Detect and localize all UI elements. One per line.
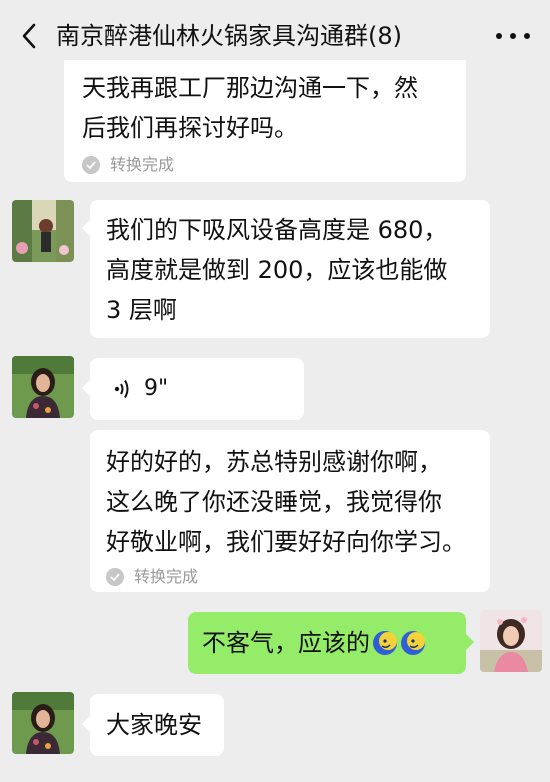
message-text-line: 我们的下吸风设备高度是 680，: [106, 216, 448, 244]
message-text-line: 后我们再探讨好吗。: [82, 114, 298, 142]
voice-wave-icon: [114, 379, 129, 399]
message-bubble[interactable]: 天我再跟工厂那边沟通一下，然 后我们再探讨好吗。 转换完成: [64, 60, 466, 182]
message-bubble[interactable]: 我们的下吸风设备高度是 680， 高度就是做到 200，应该也能做 3 层啊: [82, 200, 490, 338]
conversion-status-text: 转换完成: [134, 567, 199, 586]
voice-duration: 9": [144, 376, 169, 401]
back-button[interactable]: [14, 20, 44, 52]
moon-emoji-icon: [401, 631, 425, 655]
conversion-status: 转换完成: [82, 154, 448, 176]
message-text-line: 3 层啊: [106, 296, 177, 324]
chevron-left-icon: [22, 23, 36, 49]
message-bubble[interactable]: 大家晚安: [82, 694, 224, 756]
conversion-status-text: 转换完成: [110, 155, 175, 174]
check-icon: [82, 156, 100, 174]
voice-message-bubble[interactable]: 9": [82, 358, 304, 420]
conversion-status: 转换完成: [106, 566, 474, 588]
avatar[interactable]: [12, 692, 74, 754]
message-text-line: 这么晚了你还没睡觉，我觉得你: [106, 488, 442, 516]
message-text-line: 高度就是做到 200，应该也能做: [106, 256, 448, 284]
message-text: 大家晚安: [106, 711, 202, 739]
message-text: 不客气，应该的: [202, 629, 370, 657]
message-text-line: 天我再跟工厂那边沟通一下，然: [82, 74, 418, 102]
chat-title: 南京醉港仙林火锅家具沟通群(8): [56, 22, 402, 50]
more-button[interactable]: [496, 26, 530, 46]
moon-emoji-icon: [373, 631, 397, 655]
message-text-line: 好敬业啊，我们要好好向你学习。: [106, 528, 466, 556]
avatar[interactable]: [12, 200, 74, 262]
check-icon: [106, 568, 124, 586]
more-dots-icon: [496, 33, 502, 39]
avatar[interactable]: [12, 356, 74, 418]
my-message-bubble[interactable]: 不客气，应该的: [188, 612, 474, 674]
converted-text-bubble[interactable]: 好的好的，苏总特别感谢你啊， 这么晚了你还没睡觉，我觉得你 好敬业啊，我们要好好…: [90, 430, 490, 592]
my-avatar[interactable]: [480, 610, 542, 672]
message-text-line: 好的好的，苏总特别感谢你啊，: [106, 448, 442, 476]
